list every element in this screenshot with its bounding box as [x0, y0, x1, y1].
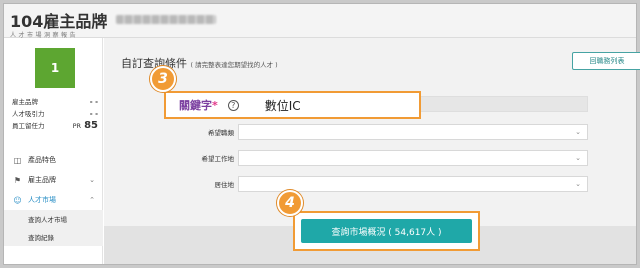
top-bar: 104雇主品牌 人才市場洞察報告 — [4, 4, 636, 39]
work-location-select[interactable]: ⌄ — [238, 150, 588, 166]
account-name-blurred — [116, 15, 216, 24]
keyword-input[interactable]: 數位IC — [265, 97, 301, 114]
form-row-residence: 居住地 ⌄ — [114, 176, 588, 192]
logo[interactable]: 104雇主品牌 人才市場洞察報告 — [10, 8, 107, 39]
stat-row: 雇主品牌 - - — [12, 96, 98, 108]
stats-panel: 雇主品牌 - - 人才吸引力 - - 員工留任力 PR 85 — [12, 96, 98, 132]
field-label: 希望職類 — [208, 129, 234, 137]
stat-row: 人才吸引力 - - — [12, 108, 98, 120]
people-icon: ☺ — [13, 195, 22, 205]
page-title: 自訂查詢條件 ( 請完整表達您期望找的人才 ) — [121, 55, 278, 71]
page-subtitle: ( 請完整表達您期望找的人才 ) — [190, 61, 278, 69]
chevron-up-icon: ⌃ — [89, 196, 95, 204]
stat-value: 85 — [84, 120, 98, 131]
stat-label: 人才吸引力 — [12, 110, 45, 118]
keyword-field-highlight: 關鍵字* ? 數位IC — [164, 91, 421, 119]
avatar: 1 — [35, 48, 75, 88]
sidebar-item-label: 雇主品牌 — [28, 176, 56, 184]
sidebar: 1 雇主品牌 - - 人才吸引力 - - 員工留任力 PR 85 ◫ 產品特色 ⚑… — [4, 38, 103, 264]
chevron-down-icon: ⌄ — [575, 128, 581, 136]
step-4-callout: 4 — [277, 190, 303, 216]
keyword-label-text: 關鍵字 — [179, 99, 212, 112]
stat-label: 雇主品牌 — [12, 98, 38, 106]
logo-text: 雇主品牌 — [43, 12, 108, 31]
sidebar-item-talent-market[interactable]: ☺ 人才市場 ⌃ — [4, 190, 103, 210]
info-icon: ◫ — [13, 155, 22, 165]
back-to-job-list-button[interactable]: 回職務列表 — [572, 52, 640, 70]
query-market-button[interactable]: 查詢市場概況 ( 54,617人 ) — [301, 219, 472, 243]
required-marker: * — [212, 99, 218, 112]
chevron-down-icon: ⌄ — [575, 154, 581, 162]
keyword-label: 關鍵字* — [179, 97, 218, 113]
stat-row: 員工留任力 PR 85 — [12, 120, 98, 132]
help-icon[interactable]: ? — [227, 99, 239, 111]
job-category-select[interactable]: ⌄ — [238, 124, 588, 140]
search-button-highlight: 查詢市場概況 ( 54,617人 ) — [293, 211, 480, 251]
stat-prefix: PR — [72, 122, 82, 130]
logo-number: 104 — [10, 12, 44, 31]
chevron-down-icon: ⌄ — [575, 180, 581, 188]
sidebar-item-employer-brand[interactable]: ⚑ 雇主品牌 ⌄ — [4, 170, 103, 190]
step-3-callout: 3 — [150, 66, 176, 92]
flag-icon: ⚑ — [13, 175, 22, 185]
sidebar-item-label: 人才市場 — [28, 196, 56, 204]
form-row-job-category: 希望職類 ⌄ — [114, 124, 588, 140]
chevron-down-icon: ⌄ — [89, 176, 95, 184]
sidebar-subitem-query-history[interactable]: 查詢紀錄 — [4, 228, 103, 246]
field-label: 居住地 — [214, 181, 235, 189]
stat-value: - - — [89, 98, 98, 106]
app-window: 104雇主品牌 人才市場洞察報告 1 雇主品牌 - - 人才吸引力 - - 員工… — [3, 3, 640, 265]
sidebar-nav: ◫ 產品特色 ⚑ 雇主品牌 ⌄ ☺ 人才市場 ⌃ 查詢人才市場 查詢紀錄 — [4, 150, 103, 246]
sidebar-item-label: 產品特色 — [28, 156, 56, 164]
field-label: 希望工作地 — [201, 155, 235, 163]
form-row-work-location: 希望工作地 ⌄ — [114, 150, 588, 166]
stat-value: - - — [89, 110, 98, 118]
sidebar-item-features[interactable]: ◫ 產品特色 — [4, 150, 103, 170]
stat-label: 員工留任力 — [12, 122, 45, 130]
sidebar-subitem-query-market[interactable]: 查詢人才市場 — [4, 210, 103, 228]
